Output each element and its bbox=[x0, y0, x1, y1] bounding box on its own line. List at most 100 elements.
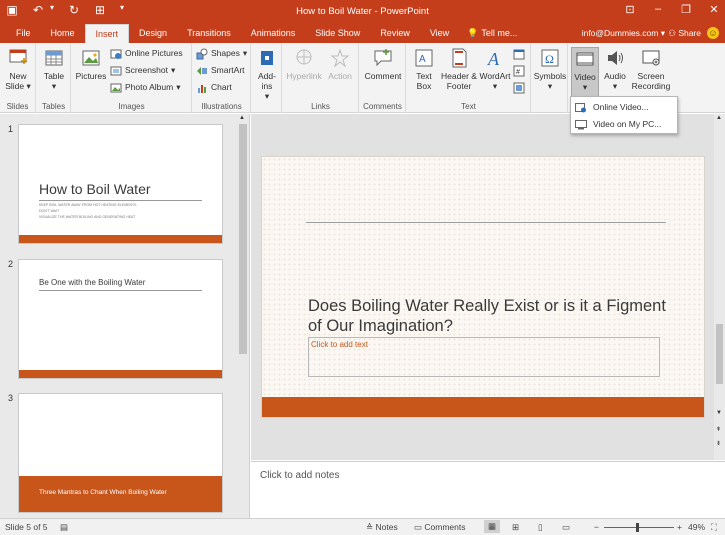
action-button[interactable]: Action bbox=[324, 47, 356, 81]
scroll-up-icon[interactable]: ▲ bbox=[239, 115, 245, 121]
chart-label: Chart bbox=[211, 82, 232, 92]
group-text: A Text Box Header & Footer A WordArt ▾ # … bbox=[407, 43, 531, 113]
text-box-button[interactable]: A Text Box bbox=[409, 47, 439, 91]
header-footer-icon bbox=[452, 48, 467, 68]
previous-slide-icon[interactable]: ⇞ bbox=[716, 426, 721, 433]
photo-album-icon bbox=[110, 83, 122, 92]
object-button[interactable] bbox=[513, 80, 525, 95]
slideshow-view-icon[interactable]: ▭ bbox=[562, 522, 570, 533]
thumbnail-scroll-thumb[interactable] bbox=[239, 124, 247, 354]
slide-thumbnail-1[interactable]: How to Boil Water KEEP BOIL WATER AWAY F… bbox=[18, 124, 223, 244]
table-button[interactable]: Table ▾ bbox=[39, 47, 69, 91]
restore-icon[interactable]: ❐ bbox=[679, 3, 693, 16]
video-button[interactable]: Video ▾ bbox=[571, 47, 599, 99]
audio-icon bbox=[608, 51, 623, 65]
notes-toggle-button[interactable]: ≙ Notes bbox=[366, 522, 398, 533]
thumbnail-title: Three Mantras to Chant When Boiling Wate… bbox=[39, 489, 167, 496]
screen-recording-button[interactable]: Screen Recording bbox=[631, 47, 671, 91]
tab-view[interactable]: View bbox=[420, 24, 459, 43]
smartart-label: SmartArt bbox=[211, 65, 245, 75]
header-footer-button[interactable]: Header & Footer bbox=[440, 47, 478, 91]
thumbnail-subtitle-line: VISUALIZE THE WATER BOILING AND GENERATI… bbox=[39, 215, 136, 219]
next-slide-icon[interactable]: ⇟ bbox=[716, 440, 721, 447]
thumbnail-rule bbox=[39, 290, 202, 291]
slide-thumbnail-3[interactable]: Three Mantras to Chant When Boiling Wate… bbox=[18, 393, 223, 513]
svg-text:#: # bbox=[516, 69, 520, 76]
tab-slide-show[interactable]: Slide Show bbox=[305, 24, 370, 43]
photo-album-button[interactable]: Photo Album ▾ bbox=[110, 80, 180, 95]
tab-insert[interactable]: Insert bbox=[84, 24, 130, 43]
comment-button[interactable]: Comment bbox=[362, 47, 404, 81]
chart-button[interactable]: Chart bbox=[196, 80, 232, 95]
thumbnail-pane-scrollbar[interactable]: ▲ bbox=[237, 114, 249, 518]
menu-item-video-on-my-pc[interactable]: Video on My PC... bbox=[575, 117, 661, 132]
comments-toggle-button[interactable]: ▭ Comments bbox=[414, 522, 466, 533]
thumbnail-subtitle-line: DON'T WAIT bbox=[39, 209, 60, 213]
notes-toggle-label: Notes bbox=[375, 522, 398, 532]
online-pictures-button[interactable]: Online Pictures bbox=[110, 46, 183, 61]
online-pictures-icon bbox=[110, 49, 122, 59]
feedback-smiley-icon[interactable]: ☺ bbox=[707, 27, 719, 39]
tab-transitions[interactable]: Transitions bbox=[177, 24, 241, 43]
menu-item-online-video[interactable]: Online Video... bbox=[575, 100, 649, 115]
share-button[interactable]: ⚇ Share bbox=[668, 28, 701, 39]
video-on-pc-icon bbox=[575, 119, 587, 129]
zoom-in-button[interactable]: + bbox=[677, 522, 682, 532]
document-title: How to Boil Water - PowerPoint bbox=[296, 6, 429, 17]
slide-thumbnail-2[interactable]: Be One with the Boiling Water bbox=[18, 259, 223, 379]
window-controls: ⊡ – ❐ ✕ bbox=[623, 3, 721, 16]
pictures-button[interactable]: Pictures bbox=[74, 47, 108, 81]
account-email-text: info@Dummies.com bbox=[581, 28, 659, 38]
close-icon[interactable]: ✕ bbox=[707, 3, 721, 16]
scroll-up-icon[interactable]: ▲ bbox=[716, 115, 722, 121]
slide-area-scrollbar[interactable]: ▲ ▼ ⇞ ⇟ bbox=[714, 114, 725, 460]
add-ins-button[interactable]: Add-ins ▾ bbox=[254, 47, 280, 101]
slide-title[interactable]: Does Boiling Water Really Exist or is it… bbox=[308, 296, 678, 336]
account-email[interactable]: info@Dummies.com ▾ bbox=[582, 28, 665, 39]
smartart-button[interactable]: SmartArt bbox=[196, 63, 245, 78]
group-links: Hyperlink Action Links bbox=[283, 43, 359, 113]
tab-design[interactable]: Design bbox=[129, 24, 177, 43]
text-box-icon: A bbox=[415, 49, 433, 67]
ribbon-display-options-icon[interactable]: ⊡ bbox=[623, 3, 637, 16]
screenshot-button[interactable]: Screenshot ▾ bbox=[110, 63, 175, 78]
zoom-out-button[interactable]: − bbox=[594, 522, 599, 532]
ribbon-tab-row: File Home Insert Design Transitions Anim… bbox=[0, 24, 725, 43]
slide-sorter-icon[interactable]: ⊞ bbox=[512, 522, 519, 533]
date-time-button[interactable] bbox=[513, 46, 525, 61]
person-icon: ⚇ bbox=[668, 28, 676, 38]
minimize-icon[interactable]: – bbox=[651, 3, 665, 16]
subtitle-placeholder[interactable]: Click to add text bbox=[308, 337, 660, 377]
slide-area-scroll-thumb[interactable] bbox=[716, 324, 723, 384]
symbols-button[interactable]: Ω Symbols ▾ bbox=[533, 47, 567, 91]
comment-label: Comment bbox=[364, 71, 402, 81]
action-icon bbox=[330, 48, 350, 68]
reading-view-icon[interactable]: ▯ bbox=[538, 522, 543, 533]
tab-file[interactable]: File bbox=[6, 24, 41, 43]
scroll-down-icon[interactable]: ▼ bbox=[716, 410, 722, 416]
shapes-button[interactable]: Shapes ▾ bbox=[196, 46, 247, 61]
spell-check-icon[interactable]: ▤ bbox=[60, 522, 68, 533]
new-slide-button[interactable]: New Slide ▾ bbox=[2, 47, 34, 91]
tab-animations[interactable]: Animations bbox=[241, 24, 306, 43]
zoom-slider-handle[interactable] bbox=[636, 523, 639, 532]
zoom-slider-track[interactable] bbox=[604, 527, 674, 528]
zoom-level[interactable]: 49% bbox=[688, 522, 705, 532]
slide-number-button[interactable]: # bbox=[513, 63, 525, 78]
tab-home[interactable]: Home bbox=[41, 24, 85, 43]
hyperlink-button[interactable]: Hyperlink bbox=[285, 47, 323, 81]
normal-view-icon[interactable]: ▦ bbox=[484, 520, 501, 533]
tab-review[interactable]: Review bbox=[370, 24, 420, 43]
notes-pane[interactable]: Click to add notes bbox=[251, 461, 725, 518]
fit-slide-icon[interactable]: ⛶ bbox=[711, 522, 717, 533]
wordart-button[interactable]: A WordArt ▾ bbox=[479, 47, 511, 91]
pictures-icon bbox=[82, 50, 100, 66]
slide-title-rule bbox=[306, 222, 666, 223]
action-label: Action bbox=[328, 71, 352, 81]
thumbnail-number: 3 bbox=[8, 393, 14, 403]
title-bar: ▣ ↶ ▾ ↻ ⊞ ▾ How to Boil Water - PowerPoi… bbox=[0, 0, 725, 24]
new-slide-label: New Slide bbox=[5, 71, 27, 91]
tell-me-box[interactable]: 💡 Tell me... bbox=[459, 24, 517, 43]
audio-button[interactable]: Audio ▾ bbox=[601, 47, 629, 91]
group-label-links: Links bbox=[311, 102, 330, 111]
